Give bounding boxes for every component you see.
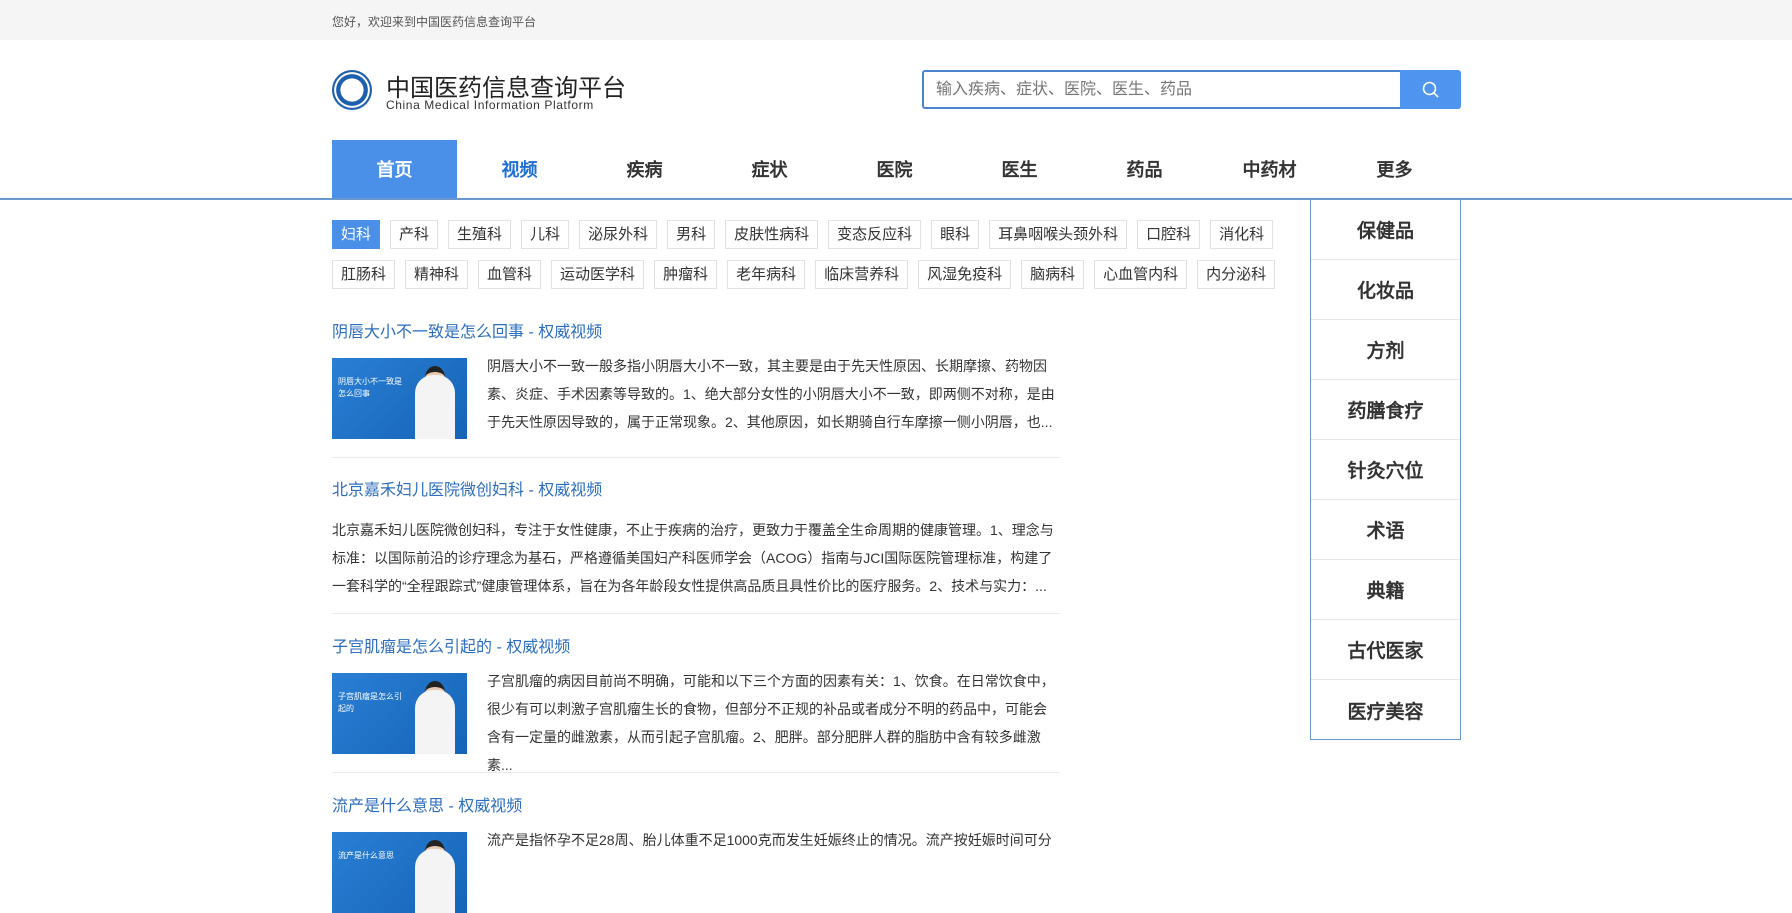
article-thumbnail[interactable]: 阴唇大小不一致是怎么回事 [332, 358, 467, 439]
department-tag[interactable]: 消化科 [1210, 220, 1274, 249]
department-tag[interactable]: 肛肠科 [332, 260, 396, 289]
nav-disease[interactable]: 疾病 [582, 140, 707, 198]
main-nav: 首页 视频 疾病 症状 医院 医生 药品 中药材 更多 [332, 140, 1457, 198]
thumbnail-caption: 阴唇大小不一致是怎么回事 [338, 377, 402, 398]
department-tag[interactable]: 临床营养科 [815, 260, 909, 289]
department-tag[interactable]: 耳鼻咽喉头颈外科 [989, 220, 1128, 249]
site-subtitle: China Medical Information Platform [386, 98, 594, 112]
article-title[interactable]: 阴唇大小不一致是怎么回事 - 权威视频 [332, 318, 1060, 344]
department-tag[interactable]: 老年病科 [727, 260, 806, 289]
more-menu-item[interactable]: 药膳食疗 [1311, 380, 1460, 440]
top-bar: 您好，欢迎来到中国医药信息查询平台 [0, 0, 1792, 40]
article-summary: 阴唇大小不一致一般多指小阴唇大小不一致，其主要是由于先天性原因、长期摩擦、药物因… [487, 358, 1055, 430]
department-tag[interactable]: 泌尿外科 [579, 220, 658, 249]
department-tag[interactable]: 内分泌科 [1197, 260, 1276, 289]
nav-video[interactable]: 视频 [457, 140, 582, 198]
article-summary: 北京嘉禾妇儿医院微创妇科，专注于女性健康，不止于疾病的治疗，更致力于覆盖全生命周… [332, 522, 1054, 594]
more-menu-item[interactable]: 保健品 [1311, 200, 1460, 260]
article-item: 子宫肌瘤是怎么引起的 - 权威视频子宫肌瘤是怎么引起的 子宫肌瘤的病因目前尚不明确… [332, 633, 1060, 773]
article-body: 子宫肌瘤是怎么引起的 子宫肌瘤的病因目前尚不明确，可能和以下三个方面的因素有关：1… [332, 673, 1060, 779]
article-summary: 子宫肌瘤的病因目前尚不明确，可能和以下三个方面的因素有关：1、饮食。在日常饮食中… [487, 673, 1055, 773]
article-item: 流产是什么意思 - 权威视频流产是什么意思 流产是指怀孕不足28周、胎儿体重不足1… [332, 792, 1060, 913]
nav-hospital[interactable]: 医院 [832, 140, 957, 198]
department-tag[interactable]: 产科 [390, 220, 439, 249]
article-title[interactable]: 北京嘉禾妇儿医院微创妇科 - 权威视频 [332, 476, 1060, 502]
more-menu-item[interactable]: 针灸穴位 [1311, 440, 1460, 500]
department-tag[interactable]: 口腔科 [1137, 220, 1201, 249]
department-tag[interactable]: 男科 [667, 220, 716, 249]
department-tag[interactable]: 血管科 [478, 260, 542, 289]
department-tag[interactable]: 运动医学科 [551, 260, 645, 289]
search-icon [1422, 81, 1439, 98]
article-item: 阴唇大小不一致是怎么回事 - 权威视频阴唇大小不一致是怎么回事 阴唇大小不一致一般… [332, 318, 1060, 458]
department-tag[interactable]: 精神科 [405, 260, 469, 289]
more-menu-item[interactable]: 化妆品 [1311, 260, 1460, 320]
more-menu-item[interactable]: 古代医家 [1311, 620, 1460, 680]
department-tag[interactable]: 眼科 [931, 220, 980, 249]
article-item: 北京嘉禾妇儿医院微创妇科 - 权威视频北京嘉禾妇儿医院微创妇科，专注于女性健康，… [332, 476, 1060, 614]
department-tag[interactable]: 生殖科 [448, 220, 512, 249]
nav-herb[interactable]: 中药材 [1207, 140, 1332, 198]
department-tag[interactable]: 心血管内科 [1094, 260, 1188, 289]
article-body: 流产是什么意思 流产是指怀孕不足28周、胎儿体重不足1000克而发生妊娠终止的情况… [332, 832, 1060, 913]
department-tags-row-1: 妇科 产科 生殖科 儿科 泌尿外科 男科 皮肤性病科 变态反应科 眼科 耳鼻咽喉头颈外科 口腔科 消化… [332, 220, 1310, 249]
article-thumbnail[interactable]: 流产是什么意思 [332, 832, 467, 913]
site-logo-icon[interactable] [332, 70, 372, 110]
nav-more[interactable]: 更多 [1332, 140, 1457, 198]
article-title[interactable]: 子宫肌瘤是怎么引起的 - 权威视频 [332, 633, 1060, 659]
more-menu-item[interactable]: 典籍 [1311, 560, 1460, 620]
article-title[interactable]: 流产是什么意思 - 权威视频 [332, 792, 1060, 818]
article-thumbnail[interactable]: 子宫肌瘤是怎么引起的 [332, 673, 467, 754]
thumbnail-caption: 子宫肌瘤是怎么引起的 [338, 692, 402, 713]
department-tag[interactable]: 肿瘤科 [654, 260, 718, 289]
doctor-figure [415, 375, 455, 439]
department-tag[interactable]: 儿科 [521, 220, 570, 249]
department-tag[interactable]: 风湿免疫科 [918, 260, 1012, 289]
department-tag[interactable]: 变态反应科 [828, 220, 922, 249]
more-dropdown-menu: 保健品 化妆品 方剂 药膳食疗 针灸穴位 术语 典籍 古代医家 医疗美容 [1310, 200, 1461, 740]
nav-symptom[interactable]: 症状 [707, 140, 832, 198]
welcome-text: 您好，欢迎来到中国医药信息查询平台 [332, 15, 537, 29]
nav-drug[interactable]: 药品 [1082, 140, 1207, 198]
doctor-figure [415, 849, 455, 913]
search-button[interactable] [1400, 70, 1461, 109]
more-menu-item[interactable]: 方剂 [1311, 320, 1460, 380]
article-body: 北京嘉禾妇儿医院微创妇科，专注于女性健康，不止于疾病的治疗，更致力于覆盖全生命周… [332, 522, 1060, 600]
doctor-figure [415, 690, 455, 754]
department-tag[interactable]: 脑病科 [1021, 260, 1085, 289]
department-tags-row-2: 肛肠科 精神科 血管科 运动医学科 肿瘤科 老年病科 临床营养科 风湿免疫科 脑病科 心血管内科内… [332, 260, 1310, 289]
article-body: 阴唇大小不一致是怎么回事 阴唇大小不一致一般多指小阴唇大小不一致，其主要是由于先天… [332, 358, 1060, 439]
more-menu-item[interactable]: 医疗美容 [1311, 680, 1460, 740]
search-input[interactable] [922, 70, 1402, 109]
department-tag[interactable]: 皮肤性病科 [725, 220, 819, 249]
nav-divider [0, 198, 1792, 200]
department-tag[interactable]: 妇科 [332, 220, 381, 249]
thumbnail-caption: 流产是什么意思 [338, 851, 394, 860]
nav-home[interactable]: 首页 [332, 140, 457, 198]
nav-doctor[interactable]: 医生 [957, 140, 1082, 198]
article-summary: 流产是指怀孕不足28周、胎儿体重不足1000克而发生妊娠终止的情况。流产按妊娠时… [487, 832, 1052, 848]
more-menu-item[interactable]: 术语 [1311, 500, 1460, 560]
